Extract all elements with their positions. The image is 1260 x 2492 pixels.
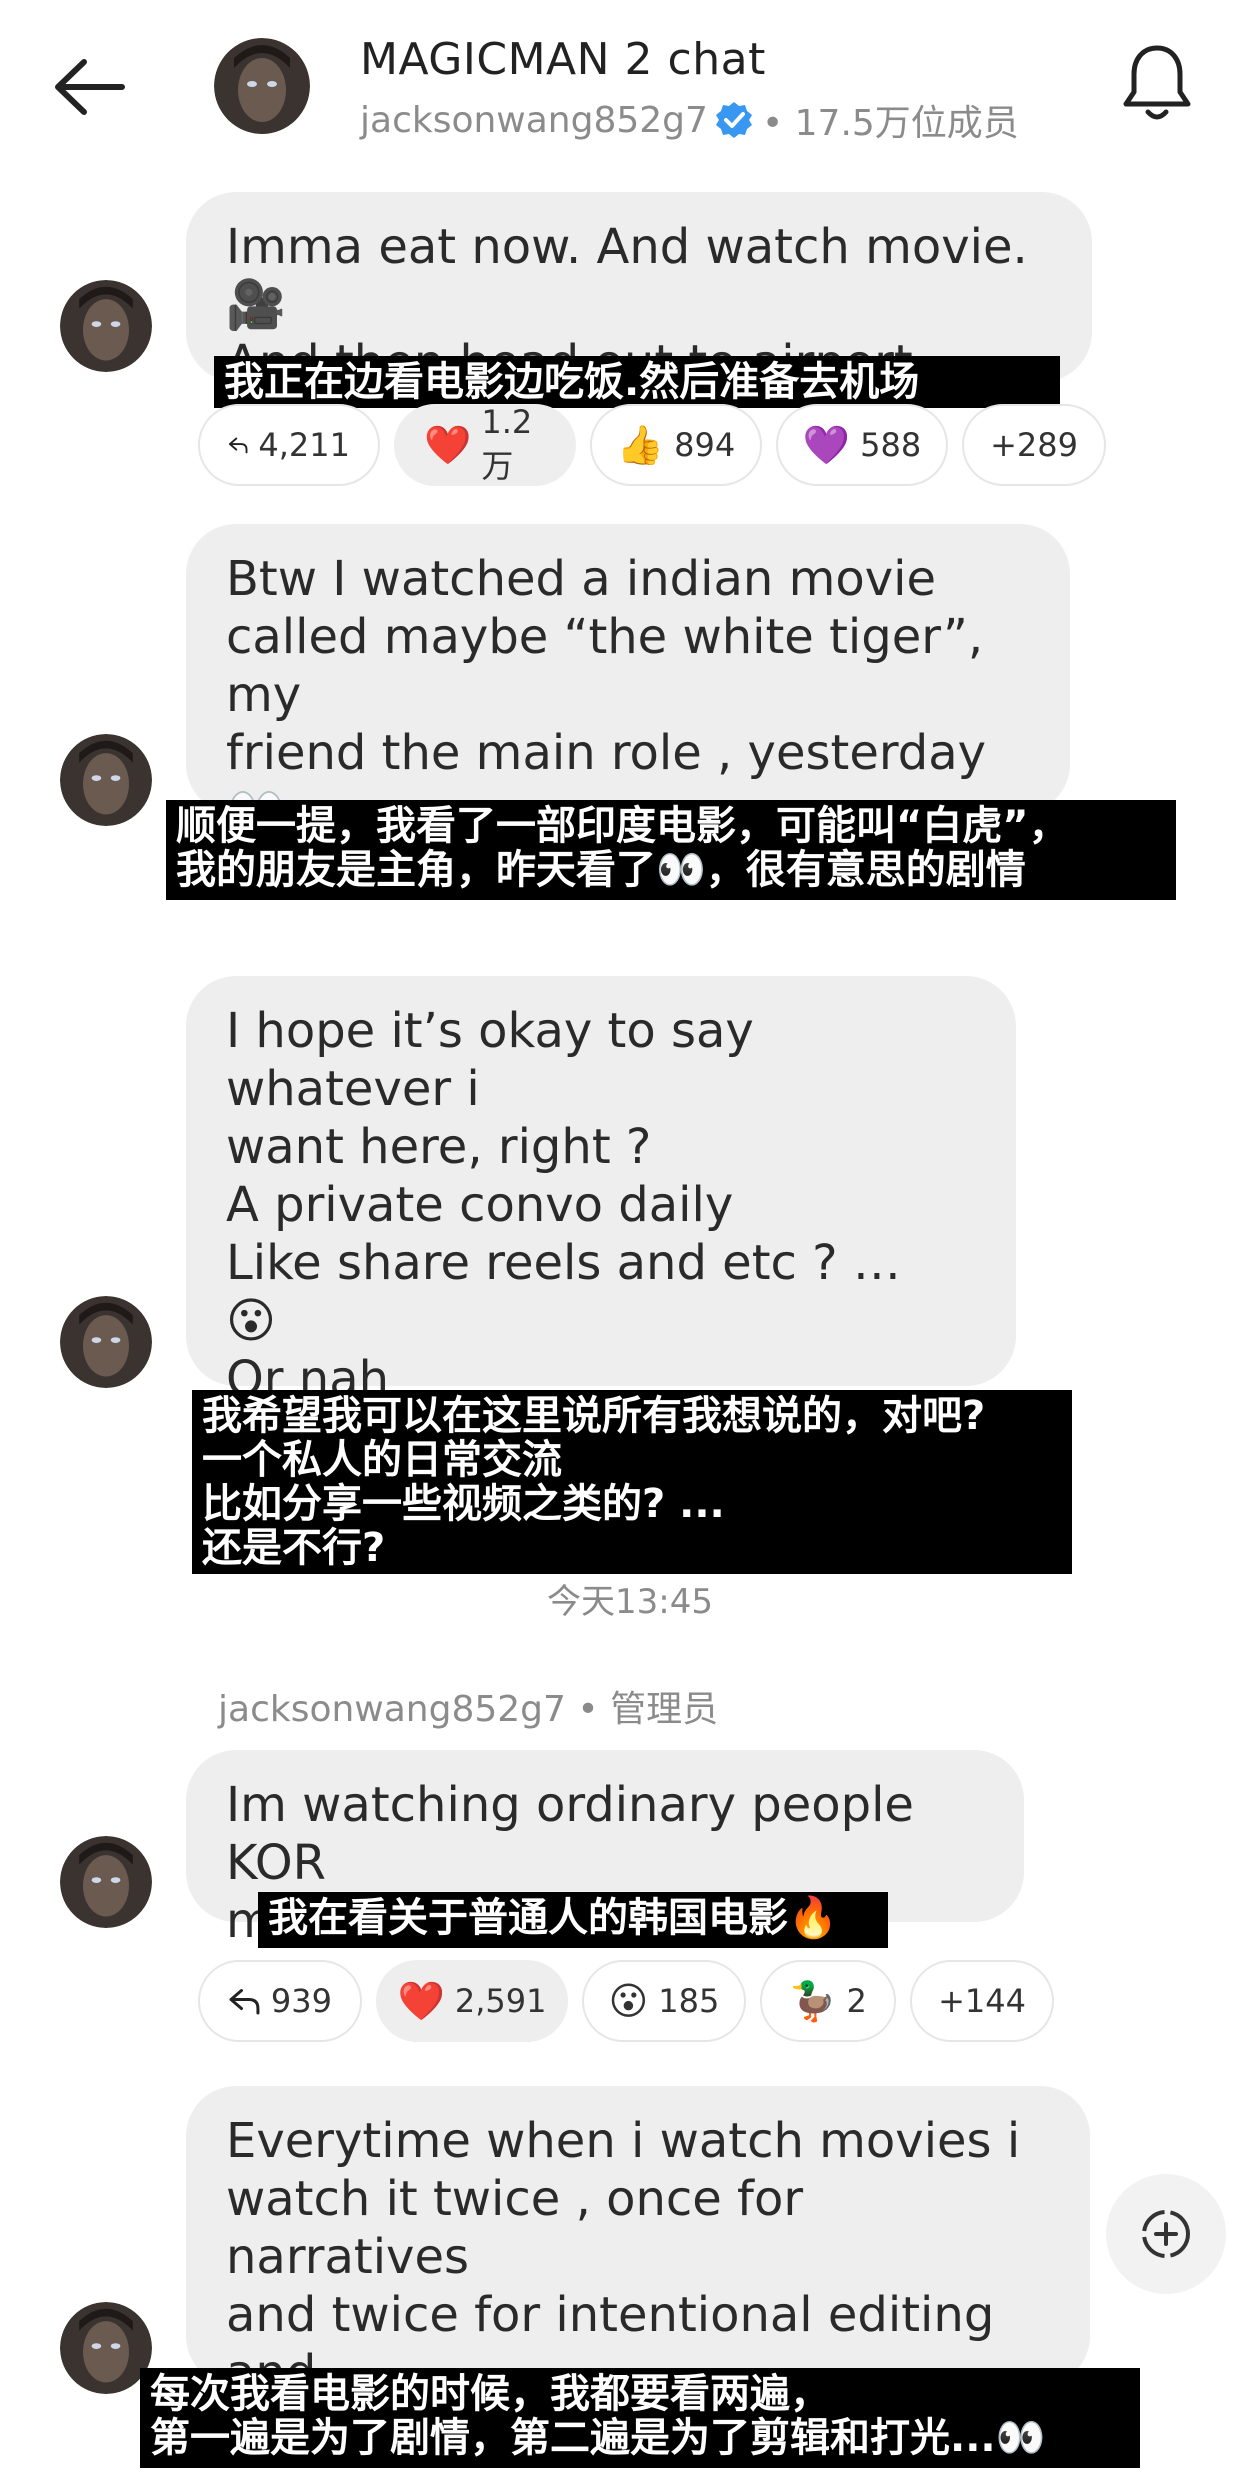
message-bubble[interactable]: Btw I watched a indian movie called mayb… [186,524,1070,897]
reaction-count: 1.2万 [481,403,533,485]
translation-subtitle: 我希望我可以在这里说所有我想说的，对吧? 一个私人的日常交流 比如分享一些视频之… [192,1390,1072,1574]
reply-count-pill[interactable]: 4,211 [198,404,380,486]
heart-emoji-icon: ❤️ [397,1979,445,2023]
message-timestamp: 今天13:45 [547,1582,713,1622]
sender-avatar[interactable] [60,2302,152,2394]
reaction-heart[interactable]: ❤️ 1.2万 [394,403,576,486]
reaction-count: 185 [658,1982,720,2020]
verified-badge-icon [715,102,752,138]
reply-count-pill[interactable]: 939 [198,1960,362,2042]
sender-avatar[interactable] [60,734,152,826]
message-bubble[interactable]: Everytime when i watch movies i watch it… [186,2086,1090,2459]
reaction-count: 894 [674,426,736,464]
sender-label[interactable]: jacksonwang852g7 • 管理员 [218,1680,718,1732]
reaction-count: 2,591 [454,1982,547,2020]
sender-avatar[interactable] [60,1296,152,1388]
reaction-count: 588 [860,426,922,464]
sender-avatar[interactable] [60,280,152,372]
reaction-surprised[interactable]: 😮 185 [582,1960,746,2042]
reaction-count: +144 [938,1982,1026,2020]
chat-title: MAGICMAN 2 chat [360,34,766,85]
translation-subtitle: 我正在边看电影边吃饭.然后准备去机场 [214,356,1060,408]
translation-subtitle: 顺便一提，我看了一部印度电影，可能叫“白虎”， 我的朋友是主角，昨天看了👀，很有… [166,800,1176,900]
reaction-duck[interactable]: 🦆 2 [760,1960,896,2042]
reaction-heart[interactable]: ❤️ 2,591 [376,1960,568,2042]
translation-subtitle: 我在看关于普通人的韩国电影🔥 [258,1892,888,1948]
group-avatar[interactable] [214,38,310,134]
thumbs-up-emoji-icon: 👍 [616,423,665,467]
reaction-more[interactable]: +289 [962,404,1106,486]
heart-emoji-icon: ❤️ [424,423,472,467]
bell-icon[interactable] [1118,40,1196,126]
chat-subtitle: jacksonwang852g7 • 17.5万位成员 [360,94,1019,146]
reaction-count: 2 [846,1982,867,2020]
reply-icon [229,1989,260,2015]
reaction-more[interactable]: +144 [910,1960,1054,2042]
add-circle-icon [1142,2210,1190,2258]
message-bubble[interactable]: I hope it’s okay to say whatever i want … [186,976,1016,1407]
reaction-count: +289 [990,426,1078,464]
surprised-emoji-icon: 😮 [608,1979,649,2023]
reaction-thumbs-up[interactable]: 👍 894 [590,404,762,486]
duck-emoji-icon: 🦆 [789,1979,837,2023]
member-count: • 17.5万位成员 [761,103,1019,144]
translation-subtitle: 每次我看电影的时候，我都要看两遍， 第一遍是为了剧情，第二遍是为了剪辑和打光..… [140,2368,1140,2468]
owner-name[interactable]: jacksonwang852g7 [360,100,708,141]
reaction-count: 4,211 [258,426,350,464]
reply-icon [228,437,248,454]
chat-header: MAGICMAN 2 chat jacksonwang852g7 • 17.5万… [0,0,1260,170]
message-bubble[interactable]: Imma eat now. And watch movie. 🎥 And the… [186,192,1092,391]
reaction-bar: 4,211 ❤️ 1.2万 👍 894 💜 588 +289 [198,403,1106,486]
reaction-count: 939 [270,1982,332,2020]
reaction-purple-heart[interactable]: 💜 588 [776,404,948,486]
reaction-bar: 939 ❤️ 2,591 😮 185 🦆 2 +144 [198,1960,1054,2042]
back-arrow-icon[interactable] [50,52,130,122]
add-reaction-button[interactable] [1106,2174,1226,2294]
purple-heart-emoji-icon: 💜 [802,423,851,467]
sender-avatar[interactable] [60,1836,152,1928]
